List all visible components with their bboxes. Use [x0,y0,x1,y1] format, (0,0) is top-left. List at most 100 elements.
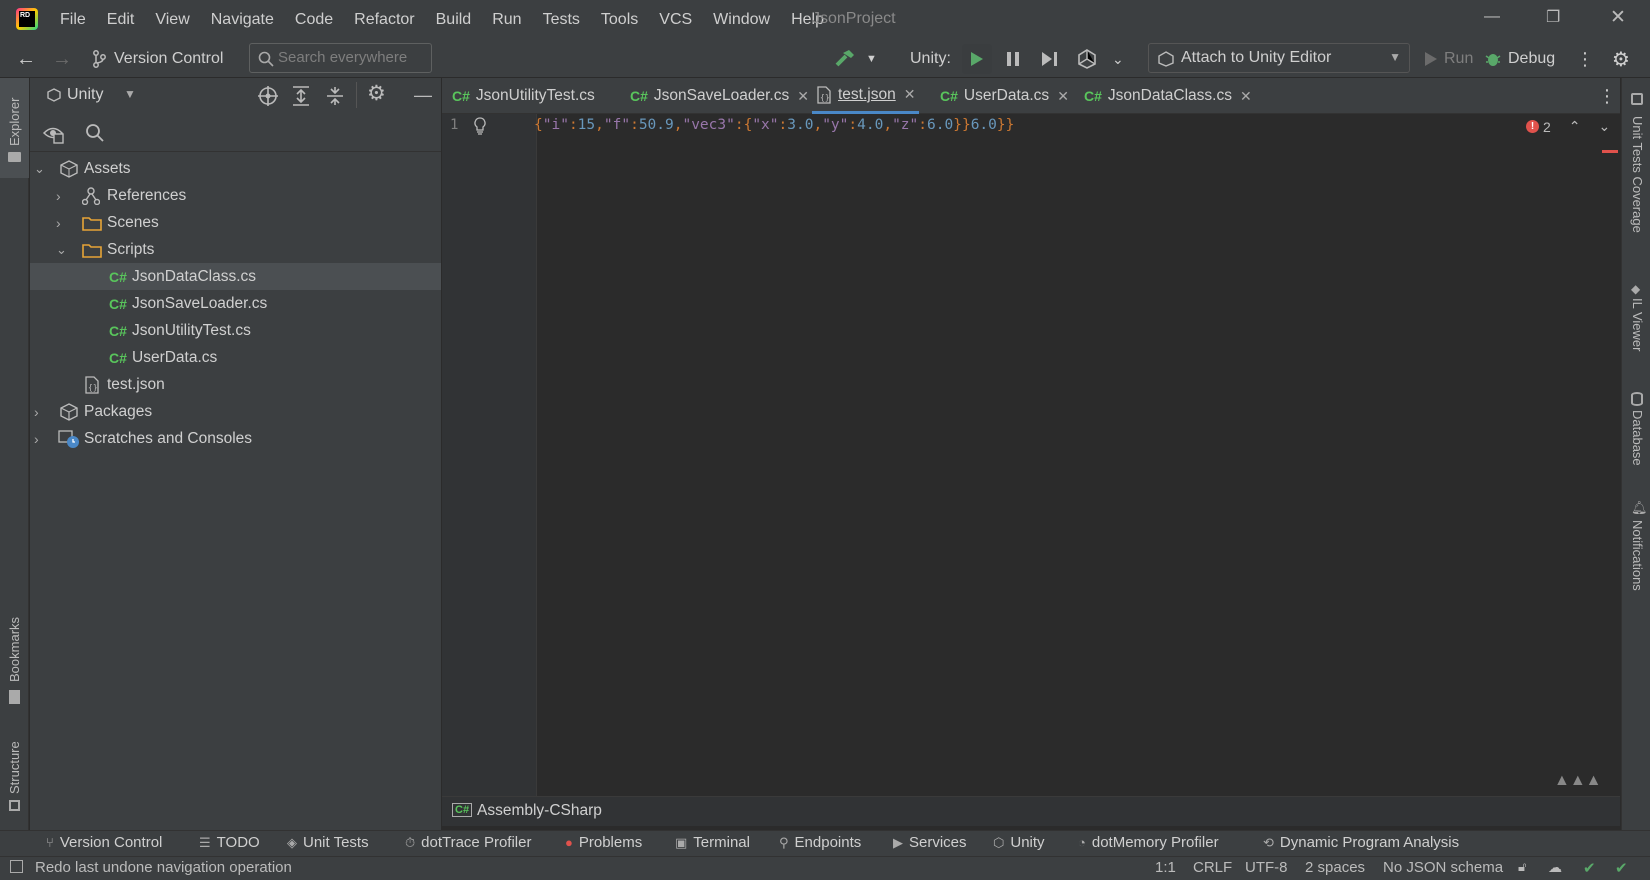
menu-view[interactable]: View [155,11,189,29]
scope-dropdown-icon[interactable]: ▼ [124,87,136,101]
inspection-status-icon[interactable]: ✔ [1615,859,1628,877]
version-control-widget[interactable]: Version Control [92,40,223,78]
lightbulb-icon[interactable] [472,116,488,136]
tree-item-scratches[interactable]: › Scratches and Consoles [30,425,441,452]
close-tab-icon[interactable]: ✕ [904,86,916,103]
tw-unity[interactable]: ⬡ Unity [993,834,1045,851]
expand-all-icon[interactable] [291,85,311,107]
unity-refresh-button[interactable] [1076,40,1098,78]
minimize-icon[interactable]: — [1484,8,1500,26]
menu-tests[interactable]: Tests [543,11,580,29]
ok-check-icon[interactable]: ✔ [1583,859,1596,877]
tw-problems[interactable]: ● Problems [565,834,642,851]
menu-vcs[interactable]: VCS [659,11,692,29]
tree-item-scenes[interactable]: › Scenes [30,209,441,236]
unity-play-button[interactable] [962,40,992,78]
explorer-search-icon[interactable] [85,123,105,143]
tree-item-assets[interactable]: ⌄ Assets [30,155,441,182]
tab-jsonutilitytest[interactable]: C# JsonUtilityTest.cs [452,78,595,114]
build-hammer-icon[interactable] [834,40,856,78]
database-tab[interactable]: Database [1630,410,1645,466]
il-viewer-tab[interactable]: IL Viewer [1630,298,1645,351]
menu-edit[interactable]: Edit [107,11,135,29]
error-stripe-marker[interactable] [1602,150,1618,153]
collapsed-chevron-icon[interactable]: › [56,215,61,231]
menu-run[interactable]: Run [492,11,521,29]
back-arrow-icon[interactable]: ← [16,40,36,78]
tree-item-jsondataclass[interactable]: C# JsonDataClass.cs [30,263,441,290]
file-encoding[interactable]: UTF-8 [1245,859,1288,876]
collapse-all-icon[interactable] [325,85,345,107]
menu-window[interactable]: Window [713,11,770,29]
tree-item-scripts[interactable]: ⌄ Scripts [30,236,441,263]
tw-version-control[interactable]: ⑂ Version Control [46,834,162,851]
tab-overflow-icon[interactable]: ⋮ [1598,78,1616,114]
close-tab-icon[interactable]: ✕ [1240,88,1252,105]
collapsed-chevron-icon[interactable]: › [56,188,61,204]
cloud-sync-icon[interactable]: ☁ [1548,859,1562,876]
more-actions-icon[interactable]: ⋮ [1576,40,1594,78]
collapsed-chevron-icon[interactable]: › [34,431,39,447]
collapsed-chevron-icon[interactable]: › [34,404,39,420]
tw-dotmemory[interactable]: ◔ dotMemory Profiler [1078,834,1219,851]
tree-item-references[interactable]: › References [30,182,441,209]
show-files-toggle-icon[interactable] [42,122,64,144]
menu-navigate[interactable]: Navigate [211,11,274,29]
panel-toggle-icon[interactable] [10,860,23,873]
line-separator[interactable]: CRLF [1193,859,1232,876]
ai-assistant-icon[interactable]: ▲▲▲ [1554,772,1602,790]
tab-test-json[interactable]: {} test.json ✕ [812,78,920,114]
unity-pause-button[interactable] [1006,40,1020,78]
tab-jsonsaveloader[interactable]: C# JsonSaveLoader.cs ✕ [630,78,809,114]
tree-item-jsonutilitytest[interactable]: C# JsonUtilityTest.cs [30,317,441,344]
tw-terminal[interactable]: ▣ Terminal [675,834,750,851]
run-button[interactable]: Run [1424,40,1473,78]
locate-target-icon[interactable] [257,85,279,107]
code-editor[interactable]: 1 ! 2 ⌃ ⌄ ▲▲▲ [442,114,1620,796]
menu-file[interactable]: File [60,11,86,29]
hide-panel-icon[interactable]: — [414,85,432,106]
tab-userdata[interactable]: C# UserData.cs ✕ [940,78,1069,114]
expand-chevron-icon[interactable]: ⌄ [34,161,45,177]
unity-chevron-icon[interactable]: ⌄ [1112,40,1124,78]
tw-unit-tests[interactable]: ◈ Unit Tests [287,834,369,851]
breadcrumb-assembly[interactable]: Assembly-CSharp [477,802,602,820]
tree-item-userdata[interactable]: C# UserData.cs [30,344,441,371]
close-tab-icon[interactable]: ✕ [1057,88,1069,105]
tw-services[interactable]: ▶ Services [893,834,967,851]
tab-jsondataclass[interactable]: C# JsonDataClass.cs ✕ [1084,78,1252,114]
menu-build[interactable]: Build [436,11,472,29]
forward-arrow-icon[interactable]: → [52,40,72,78]
indent-setting[interactable]: 2 spaces [1305,859,1365,876]
close-tab-icon[interactable]: ✕ [797,88,809,105]
caret-position[interactable]: 1:1 [1155,859,1176,876]
previous-highlight-icon[interactable]: ⌃ [1569,118,1581,135]
menu-refactor[interactable]: Refactor [354,11,414,29]
debug-button[interactable]: Debug [1484,40,1555,78]
bookmarks-tool-tab[interactable]: Bookmarks [7,617,22,682]
menu-tools[interactable]: Tools [601,11,638,29]
tw-dottrace[interactable]: ⏱ dotTrace Profiler [405,834,531,851]
inspection-widget[interactable]: ! 2 ⌃ ⌄ [1526,118,1610,135]
next-highlight-icon[interactable]: ⌄ [1599,118,1611,135]
unity-step-button[interactable] [1041,40,1059,78]
build-dropdown-icon[interactable]: ▼ [866,40,877,78]
tw-endpoints[interactable]: ⚲ Endpoints [779,834,861,851]
close-icon[interactable]: ✕ [1610,6,1626,29]
unit-tests-coverage-tab[interactable]: Unit Tests Coverage [1630,116,1645,233]
structure-tool-tab[interactable]: Structure [7,741,22,794]
search-everywhere-field[interactable]: Search everywhere [249,43,432,73]
tree-item-packages[interactable]: › Packages [30,398,441,425]
explorer-scope-label[interactable]: Unity [67,86,103,104]
settings-gear-icon[interactable]: ⚙ [1612,40,1630,78]
expand-chevron-icon[interactable]: ⌄ [56,242,67,258]
menu-code[interactable]: Code [295,11,333,29]
notifications-tab[interactable]: Notifications [1630,520,1645,591]
tw-dpa[interactable]: ⟲ Dynamic Program Analysis [1263,834,1459,851]
json-schema[interactable]: No JSON schema [1383,859,1503,876]
lock-icon[interactable]: 🔓︎ [1518,859,1526,875]
restore-icon[interactable]: ❐ [1546,7,1560,27]
tree-item-test-json[interactable]: {} test.json [30,371,441,398]
tree-item-jsonsaveloader[interactable]: C# JsonSaveLoader.cs [30,290,441,317]
explorer-settings-gear-icon[interactable]: ⚙ [367,81,386,106]
